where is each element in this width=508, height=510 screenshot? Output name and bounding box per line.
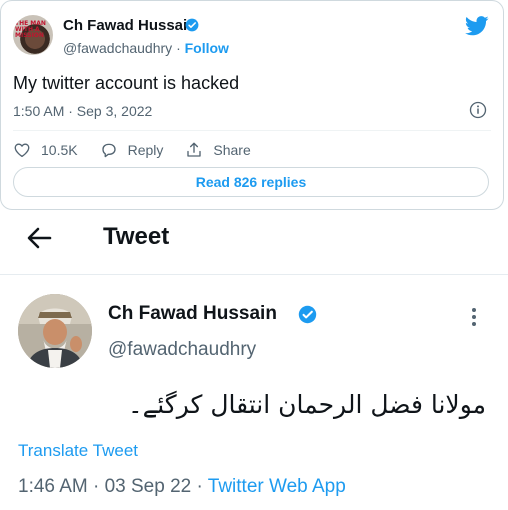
tweet-timestamp[interactable]: 1:46 AM · 03 Sep 22 ·: [18, 476, 208, 497]
tweet-meta: 1:46 AM · 03 Sep 22 · Twitter Web App: [18, 476, 346, 498]
heart-icon: [14, 143, 30, 158]
tweet-text: My twitter account is hacked: [13, 73, 240, 93]
twitter-bird-icon[interactable]: [465, 16, 489, 36]
tweet-timestamp[interactable]: 1:50 AM · Sep 3, 2022: [13, 103, 152, 119]
avatar-photo: [18, 294, 92, 368]
author-name[interactable]: Ch Fawad Hussain: [108, 303, 277, 325]
source-app-link[interactable]: Twitter Web App: [208, 476, 346, 497]
reply-label: Reply: [127, 142, 164, 158]
verified-badge-icon: [298, 305, 317, 324]
author-handle: @fawadchaudhry · Follow: [63, 40, 229, 56]
handle-separator: ·: [176, 40, 181, 56]
reply-button[interactable]: Reply: [100, 141, 164, 159]
author-avatar[interactable]: THE MAN WITH A MISSION: [13, 15, 53, 55]
read-replies-button[interactable]: Read 826 replies: [13, 167, 489, 197]
header-divider: [0, 274, 508, 275]
share-icon: [187, 142, 202, 157]
back-arrow-icon[interactable]: [26, 226, 52, 250]
share-button[interactable]: Share: [185, 141, 251, 159]
card-divider: [13, 130, 491, 131]
share-label: Share: [213, 142, 251, 158]
more-options-icon[interactable]: [468, 306, 480, 328]
tweet-actions: 10.5K Reply Share: [13, 140, 273, 160]
reply-bubble-icon: [101, 143, 116, 158]
page-title: Tweet: [103, 223, 170, 250]
info-icon[interactable]: [469, 101, 487, 119]
author-avatar-large[interactable]: [18, 294, 92, 368]
likes-count: 10.5K: [41, 142, 78, 158]
avatar-logo-text: THE MAN WITH A MISSION: [15, 20, 46, 39]
like-button[interactable]: 10.5K: [13, 141, 78, 159]
translate-tweet-link[interactable]: Translate Tweet: [18, 441, 138, 461]
embedded-tweet-card: THE MAN WITH A MISSION Ch Fawad Hussain @f…: [0, 0, 504, 210]
handle-text[interactable]: @fawadchaudhry: [63, 40, 172, 56]
follow-link[interactable]: Follow: [185, 40, 229, 56]
author-name[interactable]: Ch Fawad Hussain: [63, 17, 196, 34]
verified-badge-icon: [185, 18, 199, 32]
author-handle[interactable]: @fawadchaudhry: [108, 339, 256, 361]
tweet-text: مولانا فضل الرحمان انتقال کرگئے۔: [127, 390, 486, 419]
